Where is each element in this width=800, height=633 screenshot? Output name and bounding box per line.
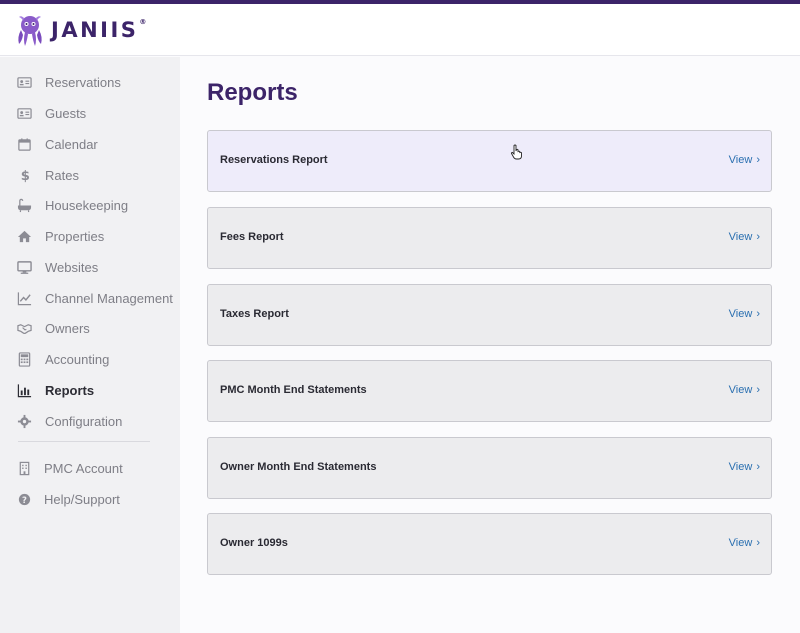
sidebar-item-label: Accounting [45,352,110,367]
chevron-right-icon: › [756,231,760,243]
octopus-logo-icon [18,16,42,46]
gear-icon [17,414,32,429]
sidebar-item-channel-management[interactable]: Channel Management [0,284,180,314]
sidebar-item-label: Owners [45,321,90,336]
sidebar-item-properties[interactable]: Properties [0,222,180,252]
sidebar-divider [18,441,150,442]
main-content: Reports Reservations Report View › Fees R… [180,57,800,633]
bathtub-icon [17,198,32,213]
sidebar: Reservations Guests Calendar $ Rates Hou… [0,57,180,633]
id-card-icon [17,108,32,119]
calendar-icon [18,138,31,151]
chevron-right-icon: › [756,308,760,320]
view-link[interactable]: View › [729,537,760,549]
sidebar-item-label: Properties [45,229,105,244]
sidebar-item-housekeeping[interactable]: Housekeeping [0,191,180,221]
sidebar-item-label: Channel Management [45,291,173,306]
chevron-right-icon: › [756,537,760,549]
report-name: Taxes Report [220,308,289,320]
view-link[interactable]: View › [729,461,760,473]
sidebar-item-calendar[interactable]: Calendar [0,130,180,160]
bar-chart-icon [17,384,32,398]
chevron-right-icon: › [756,154,760,166]
report-name: Fees Report [220,231,284,243]
app-header: JANIIS® [0,4,800,56]
svg-text:?: ? [22,495,27,505]
sidebar-item-label: Reservations [45,75,121,90]
question-circle-icon: ? [18,493,31,506]
report-card-reservations[interactable]: Reservations Report View › [207,130,772,192]
sidebar-item-label: Calendar [45,137,98,152]
sidebar-item-accounting[interactable]: Accounting [0,345,180,375]
view-link[interactable]: View › [729,154,760,166]
handshake-icon [17,324,32,335]
sidebar-item-websites[interactable]: Websites [0,253,180,283]
sidebar-item-reports[interactable]: Reports [0,376,180,406]
report-name: PMC Month End Statements [220,384,367,396]
dollar-icon: $ [21,169,30,183]
sidebar-item-label: Reports [45,383,95,398]
sidebar-item-label: PMC Account [44,461,123,476]
svg-text:$: $ [21,169,30,183]
report-name: Owner Month End Statements [220,461,377,473]
hand-cursor-icon [511,144,522,160]
page-title: Reports [207,79,298,106]
sidebar-item-guests[interactable]: Guests [0,99,180,129]
brand-name: JANIIS® [51,18,149,42]
sidebar-item-pmc-account[interactable]: PMC Account [0,454,180,484]
sidebar-item-label: Rates [45,168,79,183]
brand-logo[interactable]: JANIIS® [15,13,149,47]
report-name: Owner 1099s [220,537,288,549]
sidebar-item-owners[interactable]: Owners [0,314,180,344]
building-icon [19,461,30,476]
view-link[interactable]: View › [729,231,760,243]
sidebar-item-label: Configuration [45,414,123,429]
view-link[interactable]: View › [729,384,760,396]
sidebar-item-help-support[interactable]: ? Help/Support [0,485,180,515]
calculator-icon [18,352,31,367]
monitor-icon [17,261,32,274]
report-name: Reservations Report [220,154,328,166]
sidebar-item-configuration[interactable]: Configuration [0,407,180,437]
sidebar-item-label: Help/Support [44,492,120,507]
sidebar-item-label: Websites [45,260,99,275]
line-chart-icon [17,292,32,306]
chevron-right-icon: › [756,384,760,396]
view-link[interactable]: View › [729,308,760,320]
report-card-owner-1099s[interactable]: Owner 1099s View › [207,513,772,575]
sidebar-item-rates[interactable]: $ Rates [0,161,180,191]
report-card-taxes[interactable]: Taxes Report View › [207,284,772,346]
report-card-pmc-month-end[interactable]: PMC Month End Statements View › [207,360,772,422]
chevron-right-icon: › [756,461,760,473]
sidebar-item-label: Guests [45,106,87,121]
home-icon [17,230,32,243]
report-card-owner-month-end[interactable]: Owner Month End Statements View › [207,437,772,499]
sidebar-item-label: Housekeeping [45,198,129,213]
id-card-icon [17,77,32,88]
report-card-fees[interactable]: Fees Report View › [207,207,772,269]
sidebar-item-reservations[interactable]: Reservations [0,68,180,98]
